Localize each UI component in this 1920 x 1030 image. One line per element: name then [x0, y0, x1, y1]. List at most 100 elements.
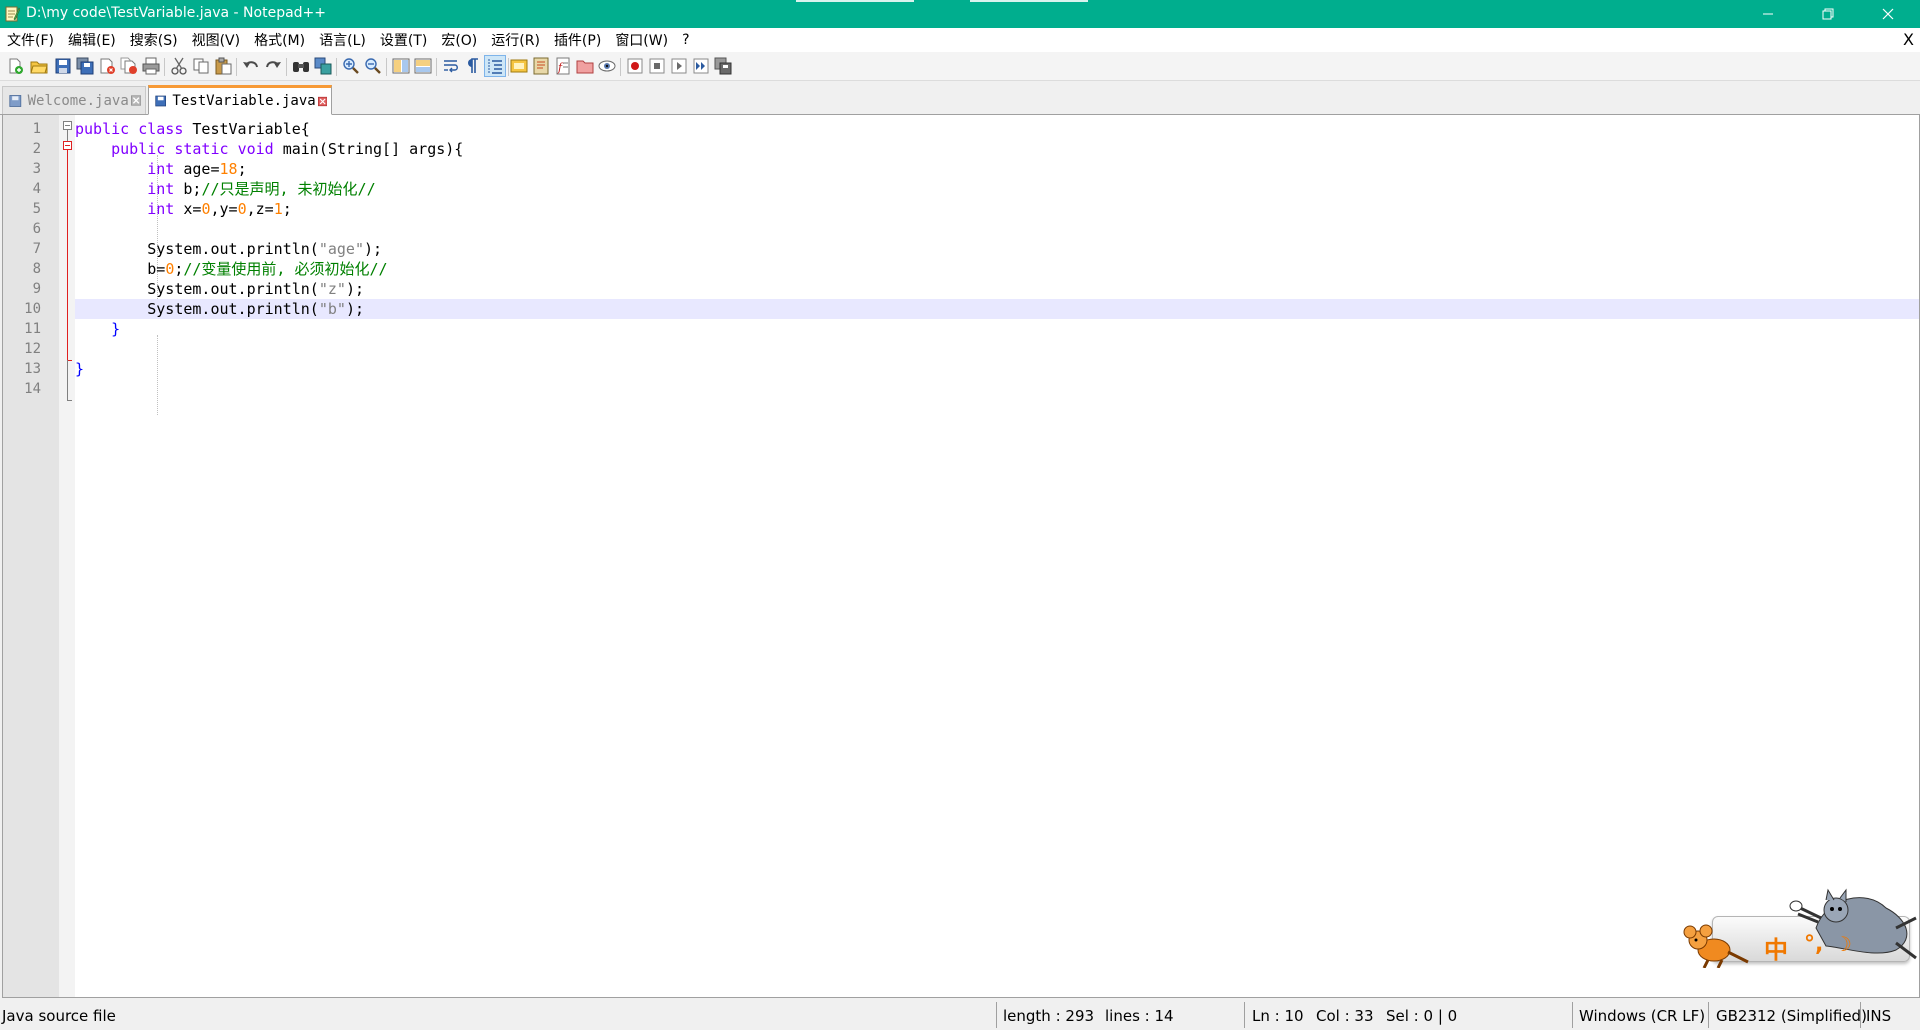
status-eol[interactable]: Windows (CR LF) [1579, 1007, 1705, 1025]
code-line[interactable]: } [75, 359, 1919, 379]
close-all-button[interactable] [118, 55, 140, 77]
fold-toggle-icon[interactable] [63, 121, 72, 130]
run-macro-multiple-button[interactable] [690, 55, 712, 77]
code-token: //变量使用前, 必须初始化// [183, 260, 388, 278]
code-line[interactable]: System.out.println("z"); [75, 279, 1919, 299]
code-token: b= [75, 260, 166, 278]
status-separator [1244, 1002, 1245, 1028]
ime-chinese-mode[interactable]: 中 [1764, 930, 1788, 965]
menu-search[interactable]: 搜索(S) [123, 30, 185, 50]
code-line[interactable]: b=0;//变量使用前, 必须初始化// [75, 259, 1919, 279]
folder-as-workspace-button[interactable] [574, 55, 596, 77]
sync-vertical-button[interactable] [390, 55, 412, 77]
ime-moon-icon[interactable]: ☽ [1834, 932, 1852, 956]
replace-icon [314, 57, 332, 75]
stop-record-button[interactable] [646, 55, 668, 77]
code-line[interactable]: int x=0,y=0,z=1; [75, 199, 1919, 219]
function-list-button[interactable]: f [552, 55, 574, 77]
menu-language[interactable]: 语言(L) [312, 30, 373, 50]
menu-format[interactable]: 格式(M) [247, 30, 312, 50]
close-document-button[interactable]: X [1903, 30, 1914, 49]
paste-button[interactable] [212, 55, 234, 77]
status-file-type: Java source file [2, 1007, 116, 1025]
ime-toolbar[interactable]: 中 °, ☽ [1676, 888, 1918, 968]
code-line[interactable]: } [75, 319, 1919, 339]
code-line[interactable]: System.out.println("age"); [75, 239, 1919, 259]
copy-button[interactable] [190, 55, 212, 77]
save-macro-icon [714, 57, 732, 75]
user-language-button[interactable] [508, 55, 530, 77]
line-number: 3 [32, 161, 41, 177]
menu-run[interactable]: 运行(R) [484, 30, 547, 50]
close-file-button[interactable] [96, 55, 118, 77]
code-token: System.out.println( [75, 240, 319, 258]
minimize-button[interactable] [1740, 0, 1796, 28]
close-tab-icon[interactable] [130, 94, 141, 107]
code-line[interactable]: public static void main(String[] args){ [75, 139, 1919, 159]
indent-guide-button[interactable] [484, 55, 506, 77]
save-macro-button[interactable] [712, 55, 734, 77]
undo-button[interactable] [240, 55, 262, 77]
code-area[interactable]: public class TestVariable{ public static… [75, 115, 1919, 997]
toolbar: f [0, 52, 1920, 81]
status-encoding[interactable]: GB2312 (Simplified) [1716, 1007, 1867, 1025]
code-line[interactable] [75, 339, 1919, 359]
status-insert-mode[interactable]: INS [1866, 1007, 1891, 1025]
fold-margin[interactable] [59, 115, 75, 997]
menu-help[interactable]: ? [675, 32, 696, 48]
fold-line [67, 150, 68, 360]
monitoring-button[interactable] [596, 55, 618, 77]
code-token: ); [364, 240, 383, 258]
menu-macro[interactable]: 宏(O) [434, 30, 484, 50]
code-line[interactable]: public class TestVariable{ [75, 119, 1919, 139]
open-file-button[interactable] [28, 55, 50, 77]
record-macro-icon [627, 58, 643, 74]
save-button[interactable] [52, 55, 74, 77]
status-length: length : 293 [1003, 1007, 1095, 1025]
cut-button[interactable] [168, 55, 190, 77]
code-token: "age" [318, 240, 364, 258]
code-line[interactable] [75, 379, 1919, 399]
ime-punctuation-mode[interactable]: °, [1804, 932, 1823, 957]
doc-map-button[interactable] [530, 55, 552, 77]
code-editor[interactable]: 1 2 3 4 5 6 7 8 9 10 11 12 13 14 public class TestVar… [2, 115, 1920, 998]
redo-button[interactable] [262, 55, 284, 77]
zoom-in-button[interactable] [340, 55, 362, 77]
code-line[interactable] [75, 219, 1919, 239]
menu-file[interactable]: 文件(F) [0, 30, 61, 50]
menu-view[interactable]: 视图(V) [185, 30, 248, 50]
close-tab-icon[interactable] [317, 95, 327, 108]
fold-toggle-icon[interactable] [63, 141, 72, 150]
show-all-chars-button[interactable] [462, 55, 484, 77]
menu-plugins[interactable]: 插件(P) [547, 30, 608, 50]
code-line[interactable]: int age=18; [75, 159, 1919, 179]
code-line[interactable]: int b;//只是声明, 未初始化// [75, 179, 1919, 199]
run-macro-multiple-icon [693, 58, 709, 74]
close-window-button[interactable] [1860, 0, 1916, 28]
minimize-icon [1763, 13, 1773, 15]
mouse-mascot-icon [1683, 924, 1749, 968]
tab-welcome-java[interactable]: Welcome.java [2, 86, 146, 114]
tab-testvariable-java[interactable]: TestVariable.java [148, 85, 332, 115]
line-number: 9 [32, 281, 41, 297]
record-macro-button[interactable] [624, 55, 646, 77]
code-token: ,z= [246, 200, 274, 218]
new-file-button[interactable] [4, 55, 26, 77]
monitoring-icon [598, 60, 616, 72]
sync-horizontal-button[interactable] [412, 55, 434, 77]
play-macro-button[interactable] [668, 55, 690, 77]
zoom-out-button[interactable] [362, 55, 384, 77]
save-all-button[interactable] [74, 55, 96, 77]
menu-window[interactable]: 窗口(W) [608, 30, 675, 50]
print-button[interactable] [140, 55, 162, 77]
menu-edit[interactable]: 编辑(E) [61, 30, 123, 50]
restore-button[interactable] [1800, 0, 1856, 28]
word-wrap-button[interactable] [440, 55, 462, 77]
find-button[interactable] [290, 55, 312, 77]
code-line[interactable]: System.out.println("b"); [75, 299, 1919, 319]
menu-settings[interactable]: 设置(T) [373, 30, 434, 50]
find-icon [293, 62, 309, 72]
line-number-gutter: 1 2 3 4 5 6 7 8 9 10 11 12 13 14 [3, 115, 59, 997]
code-token: int [147, 200, 175, 218]
replace-button[interactable] [312, 55, 334, 77]
